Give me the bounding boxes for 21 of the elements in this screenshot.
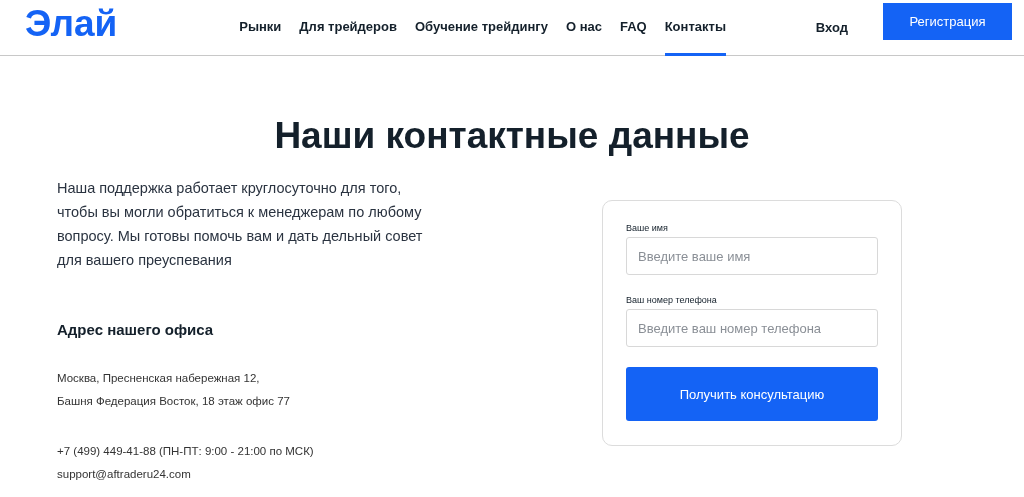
section-heading: Адрес нашего офиса (57, 320, 215, 340)
submit-button[interactable]: Получить консультацию (626, 367, 878, 421)
login-link[interactable]: Вход (815, 20, 848, 35)
input-field[interactable]: Введите ваш номер телефона (626, 309, 878, 347)
field-label: Ваш номер телефона (626, 295, 718, 305)
nav-link[interactable]: О нас (565, 0, 602, 56)
nav-link[interactable]: FAQ (619, 0, 647, 56)
register-button[interactable]: Регистрация (883, 3, 1012, 40)
field-label: Ваше имя (626, 223, 669, 233)
phone-text: +7 (499) 449-41-88 (ПН-ПТ: 9:00 - 21:00 по МСК) (57, 444, 315, 459)
nav-link[interactable]: Контакты (664, 0, 726, 56)
nav-link[interactable]: Рынки (239, 0, 282, 56)
input-field[interactable]: Введите ваше имя (626, 237, 878, 275)
address-line: Москва, Пресненская набережная 12, (57, 371, 261, 386)
email-text: support@aftraderu24.com (57, 467, 192, 482)
nav-link[interactable]: Для трейдеров (299, 0, 397, 56)
address-line: Башня Федерация Восток, 18 этаж офис 77 (57, 394, 291, 409)
page-heading: Наши контактные данные (273, 114, 751, 158)
nav-link[interactable]: Обучение трейдингу (414, 0, 548, 56)
logo[interactable]: Элай (25, 2, 118, 45)
intro-paragraph: Наша поддержка работает круглосуточно для того, чтобы вы могли обратиться к менеджерам по любому вопросу. Мы готовы помочь вам и дать дельный совет для вашего преуспевания (57, 179, 424, 270)
